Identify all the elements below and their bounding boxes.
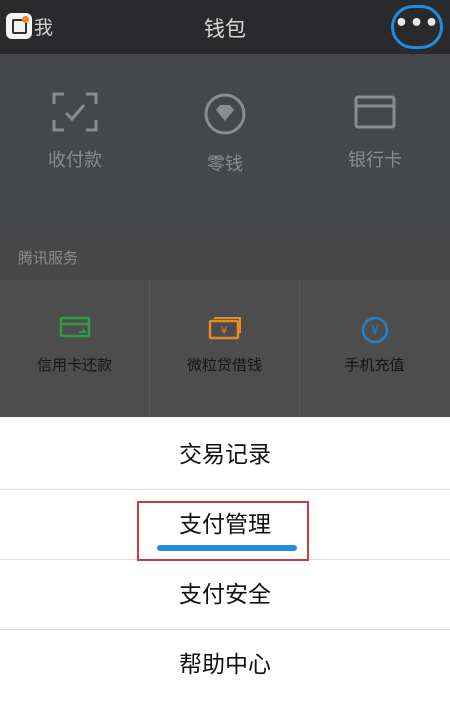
payment-security-option[interactable]: 支付安全: [0, 560, 450, 630]
micro-loan-label: 微粒贷借钱: [186, 356, 262, 374]
bank-card-label: 银行卡: [348, 150, 402, 171]
annotation-underline: [157, 545, 297, 551]
card-icon: [300, 92, 450, 132]
svg-text:¥: ¥: [370, 324, 378, 339]
loan-icon: ¥: [150, 316, 299, 340]
receive-pay-button[interactable]: 收付款: [0, 92, 150, 172]
bank-card-button[interactable]: 银行卡: [300, 92, 450, 172]
help-center-option[interactable]: 帮助中心: [0, 630, 450, 700]
phone-topup-icon: ¥: [300, 316, 449, 344]
phone-topup-label: 手机充值: [344, 356, 405, 374]
diamond-coin-icon: [150, 92, 300, 136]
more-options-button[interactable]: •••: [391, 5, 443, 49]
credit-card-repay-icon: [0, 316, 149, 340]
services-section-header: 腾讯服务: [0, 232, 450, 280]
change-button[interactable]: 零钱: [150, 92, 300, 176]
credit-card-repay-button[interactable]: 信用卡还款: [0, 280, 149, 417]
annotation-highlight-box: [137, 501, 309, 561]
phone-topup-button[interactable]: ¥ 手机充值: [300, 280, 449, 417]
transaction-records-option[interactable]: 交易记录: [0, 420, 450, 490]
scan-icon: [0, 92, 150, 132]
more-dots-icon: •••: [394, 10, 440, 36]
change-label: 零钱: [207, 154, 243, 175]
svg-text:¥: ¥: [220, 326, 226, 337]
services-grid: 信用卡还款 ¥ 微粒贷借钱 ¥ 手机充值: [0, 280, 450, 417]
wallet-panel: 收付款 零钱 银行卡: [0, 54, 450, 232]
services-header-label: 腾讯服务: [18, 249, 79, 267]
top-navigation-bar: 我 钱包 •••: [0, 0, 450, 54]
receive-pay-label: 收付款: [48, 150, 102, 171]
page-title: 钱包: [204, 17, 246, 41]
credit-card-repay-label: 信用卡还款: [36, 356, 112, 374]
micro-loan-button[interactable]: ¥ 微粒贷借钱: [150, 280, 299, 417]
